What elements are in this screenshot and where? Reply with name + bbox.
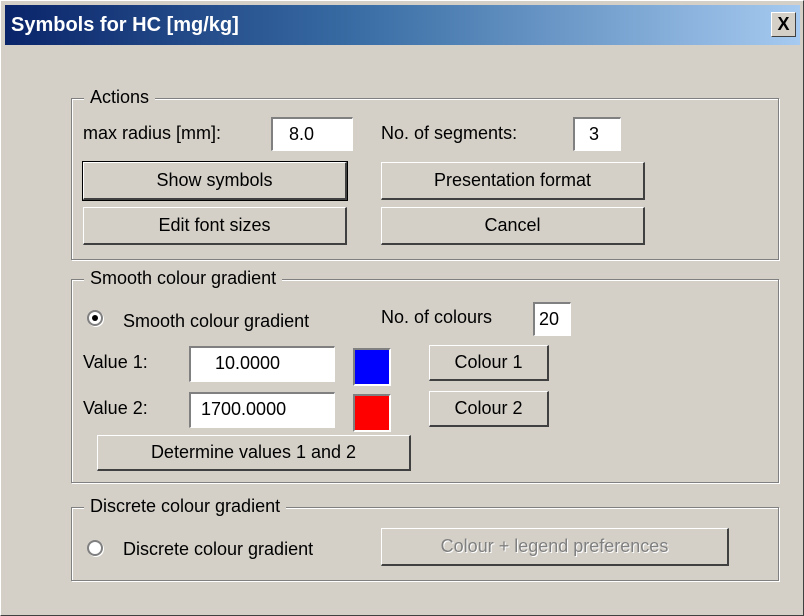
smooth-gradient-radio[interactable] xyxy=(87,310,103,326)
close-icon: X xyxy=(777,14,790,34)
dialog-window: Symbols for HC [mg/kg] X Actions max rad… xyxy=(0,0,804,616)
value1-input[interactable]: 10.0000 xyxy=(189,346,335,382)
num-colours-input[interactable]: 20 xyxy=(533,302,571,336)
discrete-gradient-radio-label[interactable]: Discrete colour gradient xyxy=(123,539,313,560)
value2-input[interactable]: 1700.0000 xyxy=(189,392,335,428)
max-radius-label: max radius [mm]: xyxy=(83,123,222,143)
num-colours-label: No. of colours xyxy=(381,307,493,327)
cancel-button[interactable]: Cancel xyxy=(381,207,645,245)
colour2-button[interactable]: Colour 2 xyxy=(429,391,549,427)
colour1-swatch xyxy=(353,348,391,386)
max-radius-input[interactable]: 8.0 xyxy=(271,117,353,151)
close-button[interactable]: X xyxy=(771,12,796,37)
segments-input[interactable]: 3 xyxy=(573,117,621,151)
smooth-gradient-radio-label[interactable]: Smooth colour gradient xyxy=(123,311,309,332)
radio-checked-dot xyxy=(92,315,98,321)
colour2-swatch xyxy=(353,394,391,432)
value2-label: Value 2: xyxy=(83,398,148,418)
colour1-button[interactable]: Colour 1 xyxy=(429,345,549,381)
discrete-gradient-legend: Discrete colour gradient xyxy=(84,496,287,517)
window-title: Symbols for HC [mg/kg] xyxy=(11,14,239,36)
value1-label: Value 1: xyxy=(83,352,148,372)
discrete-gradient-radio[interactable] xyxy=(87,540,103,556)
segments-label: No. of segments: xyxy=(381,123,518,143)
actions-legend: Actions xyxy=(84,87,156,108)
colour-legend-preferences-button[interactable]: Colour + legend preferences xyxy=(381,528,729,566)
edit-font-sizes-button[interactable]: Edit font sizes xyxy=(83,207,347,245)
title-bar[interactable]: Symbols for HC [mg/kg] X xyxy=(5,5,800,45)
smooth-gradient-legend: Smooth colour gradient xyxy=(84,268,283,289)
presentation-format-button[interactable]: Presentation format xyxy=(381,162,645,200)
show-symbols-button[interactable]: Show symbols xyxy=(82,161,348,201)
determine-values-button[interactable]: Determine values 1 and 2 xyxy=(97,435,411,471)
